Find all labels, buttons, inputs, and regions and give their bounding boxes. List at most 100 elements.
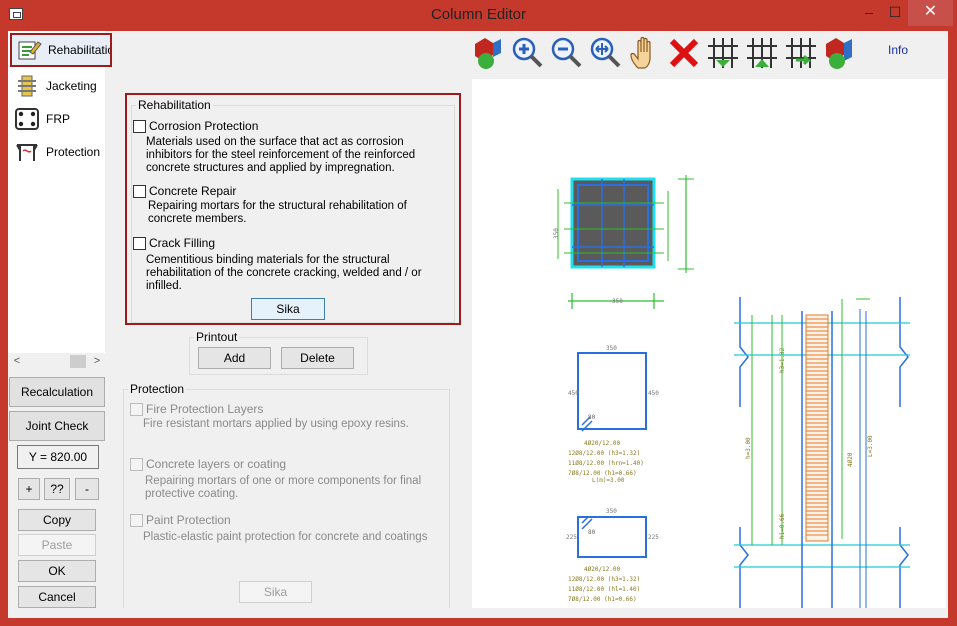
sidebar-item-jacketing[interactable]: Jacketing — [10, 69, 112, 103]
sidebar-scrollbar[interactable]: < > — [8, 353, 105, 370]
jacketing-icon — [18, 75, 36, 97]
delete-button[interactable]: Delete — [281, 347, 354, 369]
sidebar-item-label: Protection — [46, 145, 101, 159]
ok-button[interactable]: OK — [18, 560, 96, 582]
rehabilitation-frame: Rehabilitation Corrosion Protection Mate… — [125, 93, 461, 325]
paint-protection-label: Paint Protection — [146, 513, 231, 527]
section1-side-label: 350 — [553, 228, 560, 239]
pan-hand-icon[interactable] — [626, 34, 664, 72]
fire-protection-label: Fire Protection Layers — [146, 402, 264, 416]
paint-protection-checkbox[interactable] — [130, 514, 143, 527]
options-panel: Rehabilitation Corrosion Protection Mate… — [115, 81, 463, 608]
stirrup-edit-icon[interactable] — [704, 34, 742, 72]
crack-filling-checkbox[interactable] — [133, 237, 146, 250]
fire-protection-description: Fire resistant mortars applied by using … — [143, 418, 409, 430]
plus-button[interactable]: + — [18, 478, 40, 500]
sidebar-item-protection[interactable]: Protection — [10, 135, 112, 169]
add-button[interactable]: Add — [198, 347, 271, 369]
corrosion-protection-checkbox[interactable] — [133, 120, 146, 133]
section2-note-3: 11Ø8/12.00 (hrn=1.40) — [568, 460, 644, 467]
copy-button[interactable]: Copy — [18, 509, 96, 531]
minus-button[interactable]: - — [75, 478, 99, 500]
drawing-canvas[interactable]: 350 350 350 450 450 80 4Ø20/12.00 12Ø8/1… — [472, 79, 946, 608]
sidebar-item-rehabilitation[interactable]: Rehabilitation — [10, 33, 112, 67]
y-value-field: Y = 820.00 — [17, 445, 99, 469]
title-bar: Column Editor – ☐ ✕ — [0, 0, 957, 30]
sidebar-item-label: Rehabilitation — [48, 43, 110, 57]
rehab-sika-button[interactable]: Sika — [251, 298, 325, 320]
section1-top-label: 350 — [612, 298, 623, 305]
section3-note-3: 11Ø8/12.00 (hl=1.40) — [568, 586, 640, 593]
zoom-out-icon[interactable] — [548, 34, 586, 72]
client-area: Rehabilitation Jacketing FRP — [8, 31, 948, 618]
corrosion-protection-label: Corrosion Protection — [149, 119, 259, 133]
sidebar-item-label: FRP — [46, 112, 70, 126]
section3-note-4: 7Ø8/12.00 (h1=0.66) — [568, 596, 637, 603]
column-elevation: 4Ø20 L=3.00 h3=1.32 h=3.00 h1=0.66 — [734, 297, 910, 608]
section2-corner-label: 80 — [588, 414, 596, 421]
window-title: Column Editor — [430, 6, 527, 23]
cross-section-1: 350 350 — [553, 175, 694, 309]
fire-protection-checkbox[interactable] — [130, 403, 143, 416]
section3-right-label: 225 — [648, 534, 659, 541]
scroll-left-icon[interactable]: < — [10, 354, 24, 368]
concrete-coating-checkbox[interactable] — [130, 458, 143, 471]
paste-button[interactable]: Paste — [18, 534, 96, 556]
rehabilitation-icon — [18, 41, 42, 60]
section3-left-label: 225 — [566, 534, 577, 541]
elevation-dim-3: h1=0.66 — [779, 513, 786, 539]
zoom-in-icon[interactable] — [509, 34, 547, 72]
sidebar-item-frp[interactable]: FRP — [10, 102, 112, 136]
concrete-coating-description: Repairing mortars of one or more compone… — [145, 475, 422, 500]
printout-group-title: Printout — [194, 330, 240, 344]
section2-right-label: 450 — [648, 390, 659, 397]
section3-top-label: 350 — [606, 508, 617, 515]
paint-protection-description: Plastic-elastic paint protection for con… — [143, 531, 428, 543]
query-button[interactable]: ?? — [44, 478, 70, 500]
section3-corner-label: 80 — [588, 529, 596, 536]
cross-section-3: 350 225 225 80 4Ø20/12.00 12Ø8/12.00 (h3… — [566, 508, 659, 603]
rehabilitation-group-title: Rehabilitation — [136, 98, 213, 112]
info-link[interactable]: Info — [888, 43, 908, 57]
protection-icon — [16, 144, 38, 161]
crack-filling-label: Crack Filling — [149, 236, 216, 250]
elevation-dim-2: h=3.00 — [745, 437, 752, 459]
crack-filling-description: Cementitious binding materials for the s… — [146, 254, 422, 292]
sidebar-item-label: Jacketing — [46, 79, 97, 93]
zoom-window-icon[interactable] — [587, 34, 625, 72]
section3-note-2: 12Ø8/12.00 (h3=1.32) — [568, 576, 640, 583]
minimize-button[interactable]: – — [856, 0, 882, 26]
column-drawing: 350 350 350 450 450 80 4Ø20/12.00 12Ø8/1… — [553, 175, 910, 608]
elevation-label-left: 4Ø20 — [847, 452, 854, 467]
concrete-coating-label: Concrete layers or coating — [146, 457, 287, 471]
protection-sika-button[interactable]: Sika — [239, 581, 312, 603]
elevation-label-right: L=3.00 — [867, 435, 874, 457]
scroll-thumb[interactable] — [70, 355, 86, 368]
section2-note-1: 4Ø20/12.00 — [584, 440, 621, 447]
drawing-toolbar — [470, 34, 860, 72]
concrete-repair-checkbox[interactable] — [133, 185, 146, 198]
scroll-right-icon[interactable]: > — [90, 354, 104, 368]
corrosion-protection-description: Materials used on the surface that act a… — [146, 136, 416, 174]
recalculation-button[interactable]: Recalculation — [9, 377, 105, 407]
3d-view-icon[interactable] — [470, 34, 508, 72]
cancel-button[interactable]: Cancel — [18, 586, 96, 608]
3d-render-icon[interactable] — [821, 34, 859, 72]
concrete-repair-description: Repairing mortars for the structural reh… — [148, 200, 407, 225]
section2-note-5: L(m)=3.00 — [592, 477, 625, 484]
stirrup-next-icon[interactable] — [782, 34, 820, 72]
delete-icon[interactable] — [665, 34, 703, 72]
cross-section-2: 350 450 450 80 4Ø20/12.00 12Ø8/12.00 (h3… — [568, 345, 659, 484]
section2-left-label: 450 — [568, 390, 579, 397]
close-button[interactable]: ✕ — [908, 0, 953, 26]
category-list: Rehabilitation Jacketing FRP — [8, 31, 112, 353]
elevation-dim-1: h3=1.32 — [779, 347, 786, 373]
frp-icon — [15, 108, 39, 130]
section3-note-1: 4Ø20/12.00 — [584, 566, 621, 573]
section2-top-label: 350 — [606, 345, 617, 352]
concrete-repair-label: Concrete Repair — [149, 184, 237, 198]
joint-check-button[interactable]: Joint Check — [9, 411, 105, 441]
stirrup-up-icon[interactable] — [743, 34, 781, 72]
section2-note-2: 12Ø8/12.00 (h3=1.32) — [568, 450, 640, 457]
maximize-button[interactable]: ☐ — [882, 0, 908, 26]
